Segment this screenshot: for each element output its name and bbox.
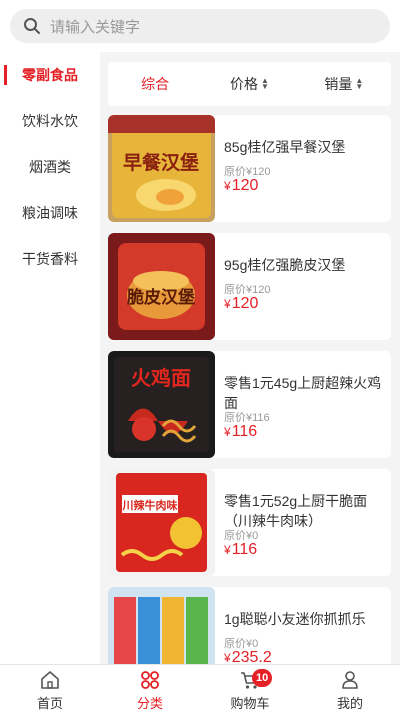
- price-value: 116: [231, 541, 258, 558]
- sidebar-item-label: 干货香料: [22, 251, 78, 267]
- home-icon: [41, 670, 59, 689]
- bottom-tab-bar: 首页 分类 购物车 10 我的: [0, 664, 400, 715]
- sort-arrows-icon: ▲ ▼: [355, 76, 364, 91]
- price-value: 116: [231, 423, 258, 440]
- product-image: 脆皮汉堡: [108, 233, 215, 340]
- currency-symbol: ¥: [224, 543, 231, 557]
- sort-general-label: 综合: [141, 76, 170, 92]
- sidebar-item-drinks[interactable]: 饮料水饮: [0, 98, 100, 144]
- cart-count-badge: 10: [252, 669, 273, 687]
- top-bar: 请输入关键字: [0, 0, 400, 52]
- product-name: 零售1元52g上厨干脆面（川辣牛肉味）: [224, 493, 368, 529]
- sort-bar: 综合 价格 ▲ ▼ 销量 ▲ ▼: [108, 62, 391, 106]
- sidebar-item-label: 粮油调味: [22, 205, 78, 221]
- currency-symbol: ¥: [224, 425, 231, 439]
- tab-home-label: 首页: [36, 695, 63, 711]
- product-card[interactable]: 川辣牛肉味 零售1元52g上厨干脆面（川辣牛肉味） 原价¥0 ¥116: [108, 469, 391, 576]
- currency-symbol: ¥: [224, 297, 231, 311]
- sale-price: ¥120: [224, 295, 258, 313]
- sort-price-label: 价格: [230, 76, 259, 92]
- sort-general[interactable]: 综合: [108, 74, 202, 94]
- sidebar-item-label: 饮料水饮: [22, 113, 78, 129]
- product-card[interactable]: 1g聪聪小友迷你抓抓乐 原价¥0 ¥235.2: [108, 587, 391, 664]
- currency-symbol: ¥: [224, 179, 231, 193]
- product-image: 川辣牛肉味: [108, 469, 215, 576]
- tab-cart-label: 购物车: [230, 695, 270, 711]
- sort-sales-label: 销量: [324, 76, 353, 92]
- sidebar-item-label: 零副食品: [22, 67, 78, 83]
- price-value: 120: [231, 295, 259, 312]
- product-name: 95g桂亿强脆皮汉堡: [224, 257, 346, 273]
- product-card[interactable]: 火鸡面 零售1元45g上厨超辣火鸡面 原价¥116 ¥116: [108, 351, 391, 458]
- sidebar-item-grain-oil[interactable]: 粮油调味: [0, 190, 100, 236]
- product-card[interactable]: 脆皮汉堡 95g桂亿强脆皮汉堡 原价¥120 ¥120: [108, 233, 391, 340]
- sale-price: ¥116: [224, 541, 257, 559]
- product-name: 1g聪聪小友迷你抓抓乐: [224, 611, 366, 627]
- tab-category[interactable]: 分类: [100, 665, 200, 715]
- product-name: 85g桂亿强早餐汉堡: [224, 139, 346, 155]
- price-value: 235.2: [231, 649, 272, 664]
- sort-arrows-icon: ▲ ▼: [261, 76, 269, 91]
- product-image: 火鸡面: [108, 351, 215, 458]
- product-name: 零售1元45g上厨超辣火鸡面: [224, 375, 382, 411]
- sale-price: ¥235.2: [224, 649, 272, 664]
- search-placeholder: 请输入关键字: [50, 18, 141, 36]
- sidebar-item-tobacco-liquor[interactable]: 烟酒类: [0, 144, 100, 190]
- product-list: 早餐汉堡 85g桂亿强早餐汉堡 原价¥120 ¥120 脆皮汉堡 95g桂亿强脆…: [108, 115, 391, 664]
- category-sidebar: 零副食品 饮料水饮 烟酒类 粮油调味 干货香料: [0, 52, 100, 664]
- product-image-text: 脆皮汉堡: [126, 287, 195, 308]
- tab-cart[interactable]: 购物车 10: [200, 665, 300, 715]
- user-icon: [342, 670, 358, 689]
- sidebar-item-snacks[interactable]: 零副食品: [0, 52, 100, 98]
- product-image: [108, 587, 215, 664]
- tab-category-label: 分类: [136, 695, 163, 711]
- search-input[interactable]: 请输入关键字: [10, 9, 390, 43]
- tab-mine[interactable]: 我的: [300, 665, 400, 715]
- sidebar-item-dry-goods[interactable]: 干货香料: [0, 236, 100, 282]
- sidebar-item-label: 烟酒类: [29, 159, 71, 175]
- sale-price: ¥116: [224, 423, 257, 441]
- category-grid-icon: [141, 670, 159, 689]
- currency-symbol: ¥: [224, 651, 231, 664]
- sort-sales[interactable]: 销量 ▲ ▼: [297, 74, 391, 94]
- product-image: 早餐汉堡: [108, 115, 215, 222]
- sort-price[interactable]: 价格 ▲ ▼: [202, 74, 296, 94]
- product-image-text: 川辣牛肉味: [122, 498, 178, 512]
- product-card[interactable]: 早餐汉堡 85g桂亿强早餐汉堡 原价¥120 ¥120: [108, 115, 391, 222]
- sale-price: ¥120: [224, 177, 258, 195]
- product-image-text: 火鸡面: [131, 366, 191, 390]
- tab-mine-label: 我的: [336, 695, 363, 711]
- tab-home[interactable]: 首页: [0, 665, 100, 715]
- price-value: 120: [231, 177, 259, 194]
- product-image-text: 早餐汉堡: [123, 151, 199, 174]
- search-icon: [22, 16, 42, 36]
